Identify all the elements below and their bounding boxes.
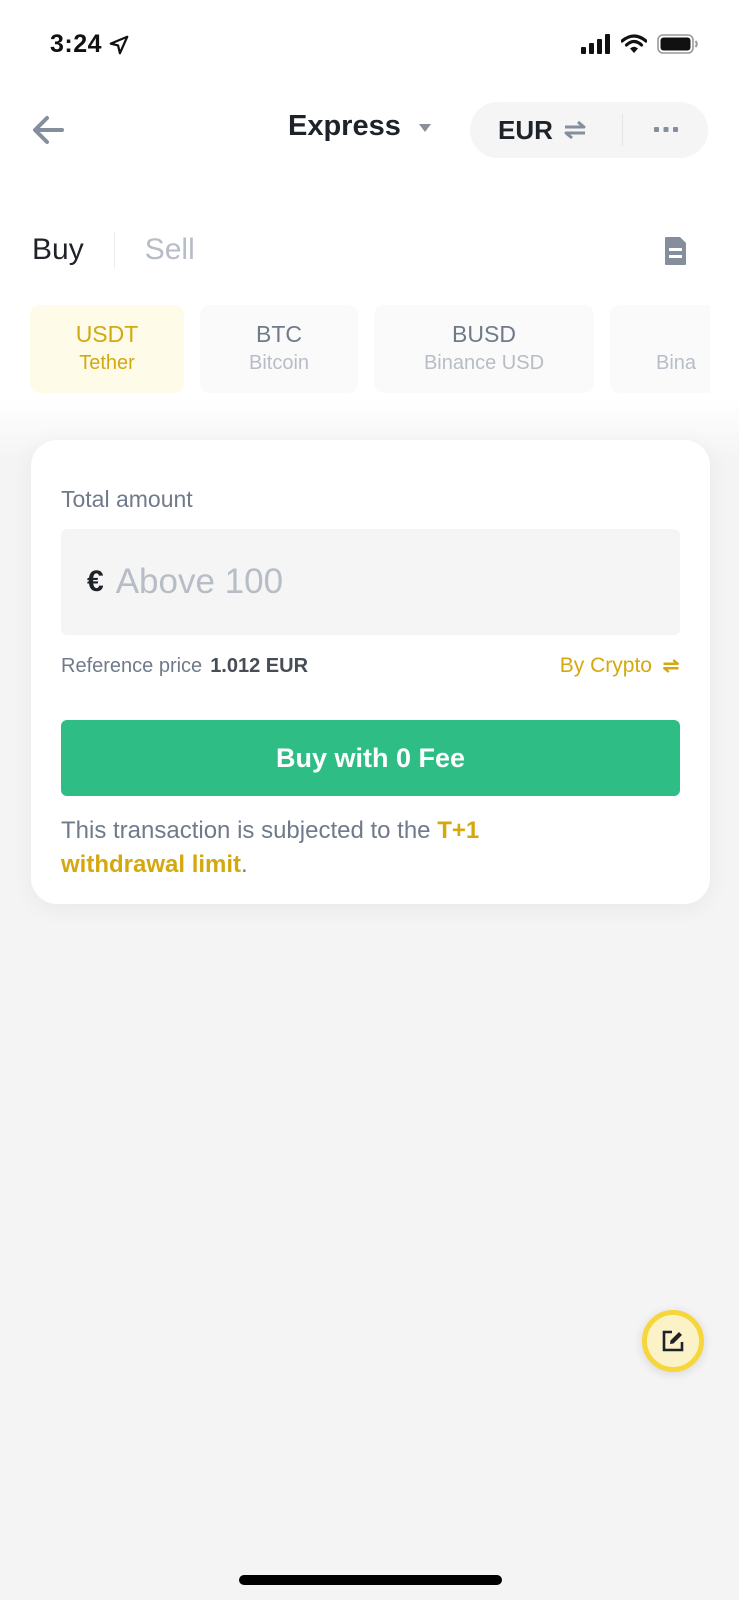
coin-busd[interactable]: BUSD Binance USD <box>374 305 594 393</box>
fiat-currency-switch[interactable]: EUR <box>470 115 622 146</box>
trade-tabs: Buy Sell <box>32 232 195 268</box>
fiat-currency-label: EUR <box>498 114 553 145</box>
withdrawal-notice: This transaction is subjected to the T+1… <box>61 814 561 882</box>
location-arrow-icon <box>109 35 129 54</box>
ellipsis-icon <box>653 127 678 132</box>
coin-btc[interactable]: BTC Bitcoin <box>200 305 358 393</box>
swap-arrows-icon <box>663 659 679 673</box>
arrow-left-icon <box>33 116 64 144</box>
amount-field[interactable]: € <box>61 529 680 635</box>
buy-button[interactable]: Buy with 0 Fee <box>61 720 680 796</box>
feedback-fab[interactable] <box>642 1310 704 1372</box>
page-title: Express <box>288 110 401 142</box>
notice-text: This transaction is subjected to the <box>61 817 438 844</box>
reference-row: Reference price 1.012 EUR By Crypto <box>61 654 680 678</box>
back-button[interactable] <box>30 112 70 148</box>
euro-symbol: € <box>87 565 104 598</box>
total-amount-label: Total amount <box>61 486 193 512</box>
buy-card: Total amount € Reference price 1.012 EUR … <box>31 440 710 904</box>
coin-name: Tether <box>79 351 135 374</box>
mode-selector[interactable]: Express <box>288 110 431 143</box>
caret-down-icon <box>418 123 431 132</box>
battery-icon <box>657 34 698 54</box>
status-time: 3:24 <box>50 30 130 59</box>
coin-name: Bina <box>656 351 697 374</box>
by-crypto-toggle[interactable]: By Crypto <box>560 654 680 678</box>
edit-note-icon <box>662 1330 684 1352</box>
wifi-icon <box>621 34 647 53</box>
by-crypto-label: By Crypto <box>559 654 652 677</box>
reference-price: Reference price 1.012 EUR <box>61 655 308 678</box>
coin-name: Binance USD <box>423 351 545 374</box>
document-icon <box>665 237 686 265</box>
tab-sell[interactable]: Sell <box>145 233 195 267</box>
more-options-button[interactable] <box>623 102 708 158</box>
top-nav: Express EUR <box>0 100 739 160</box>
swap-arrows-icon <box>564 120 586 140</box>
home-indicator <box>239 1575 502 1585</box>
status-indicators <box>581 34 699 54</box>
coin-symbol <box>656 321 662 349</box>
tab-divider <box>113 232 115 268</box>
coin-symbol: BUSD <box>452 321 516 348</box>
notice-end: . <box>241 851 248 878</box>
signal-bars-icon <box>581 34 610 54</box>
coin-partial[interactable]: Bina <box>610 305 710 393</box>
coin-symbol: USDT <box>75 321 139 348</box>
coin-symbol: BTC <box>256 321 302 348</box>
coin-usdt[interactable]: USDT Tether <box>30 305 184 393</box>
orders-button[interactable] <box>664 236 690 268</box>
status-bar: 3:24 <box>0 0 739 90</box>
reference-price-label: Reference price <box>61 654 203 677</box>
clock: 3:24 <box>50 30 103 58</box>
coin-selector: USDT Tether BTC Bitcoin BUSD Binance USD… <box>30 305 710 393</box>
nav-actions-pill: EUR <box>470 102 708 158</box>
tab-buy[interactable]: Buy <box>32 233 84 267</box>
amount-input[interactable] <box>115 562 596 602</box>
coin-name: Bitcoin <box>248 351 310 374</box>
reference-price-value: 1.012 EUR <box>210 654 309 677</box>
